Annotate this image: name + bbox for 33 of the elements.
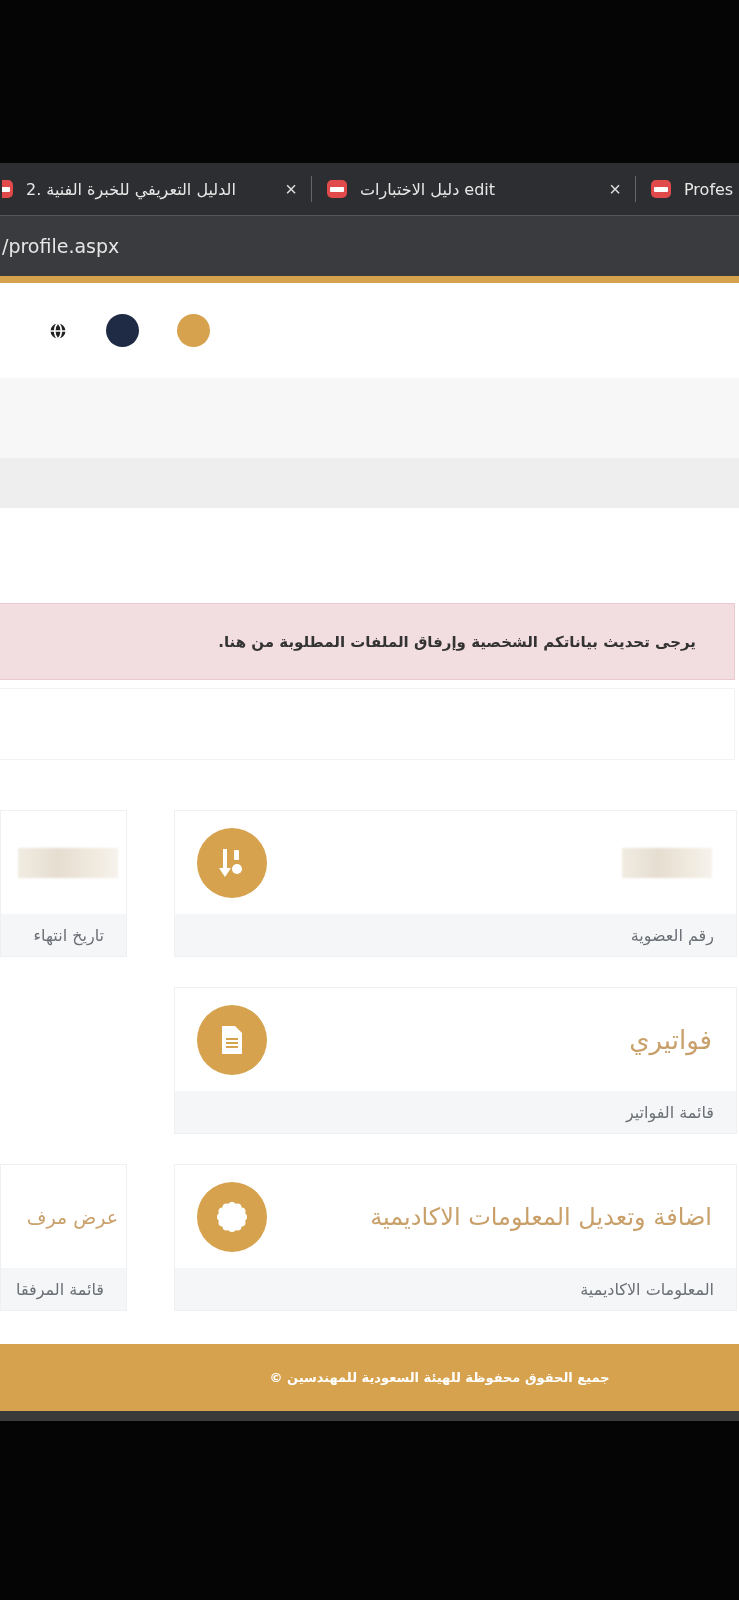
globe-icon[interactable] bbox=[48, 320, 68, 341]
card-label: المعلومات الاكاديمية bbox=[580, 1279, 714, 1299]
card-label: قائمة المرفقا bbox=[16, 1279, 104, 1299]
info-card[interactable]: اضافة وتعديل المعلومات الاكاديمية المعلومات الاكاديمية bbox=[174, 1164, 737, 1311]
pdf-file-icon bbox=[326, 178, 348, 200]
info-card[interactable]: تاريخ انتهاء bbox=[0, 810, 127, 957]
gear-icon bbox=[216, 1200, 248, 1233]
document-icon bbox=[220, 1024, 244, 1055]
tab-title: دليل الاختبارات edit bbox=[360, 179, 497, 199]
url-text: /profile.aspx bbox=[2, 235, 120, 257]
info-card[interactable]: رقم العضوية bbox=[174, 810, 737, 957]
tab-title: 2. الدليل التعريفي للخبرة الفنية bbox=[26, 179, 237, 199]
browser-tab[interactable]: Profes bbox=[636, 169, 739, 209]
address-bar[interactable]: /profile.aspx bbox=[0, 215, 739, 276]
card-label: قائمة الفواتير bbox=[625, 1102, 714, 1122]
card-label: رقم العضوية bbox=[630, 925, 714, 945]
pdf-file-icon bbox=[650, 178, 672, 200]
card-label: تاريخ انتهاء bbox=[33, 925, 104, 945]
card-title: اضافة وتعديل المعلومات الاكاديمية bbox=[370, 1202, 712, 1231]
info-card[interactable]: عرض مرف قائمة المرفقا bbox=[0, 1164, 127, 1311]
alert-message: يرجى تحديث بياناتكم الشخصية وإرفاق الملفات المطلوبة من هنا. bbox=[218, 632, 696, 651]
card-title: عرض مرف bbox=[26, 1205, 118, 1228]
copyright-text: جميع الحقوق محفوظة للهيئة السعودية للمهندسين © bbox=[269, 1370, 610, 1385]
pdf-file-icon bbox=[2, 178, 14, 200]
tab-title: Profes bbox=[684, 179, 735, 199]
theme-dot[interactable] bbox=[177, 314, 210, 347]
browser-tab[interactable]: دليل الاختبارات edit × bbox=[312, 169, 635, 209]
card-title: فواتيري bbox=[629, 1024, 712, 1055]
close-tab-button[interactable]: × bbox=[609, 179, 621, 199]
info-card[interactable]: فواتيري قائمة الفواتير bbox=[174, 987, 737, 1134]
close-tab-button[interactable]: × bbox=[285, 179, 297, 199]
browser-tab[interactable]: 2. الدليل التعريفي للخبرة الفنية × bbox=[0, 169, 311, 209]
theme-dot[interactable] bbox=[106, 314, 139, 347]
